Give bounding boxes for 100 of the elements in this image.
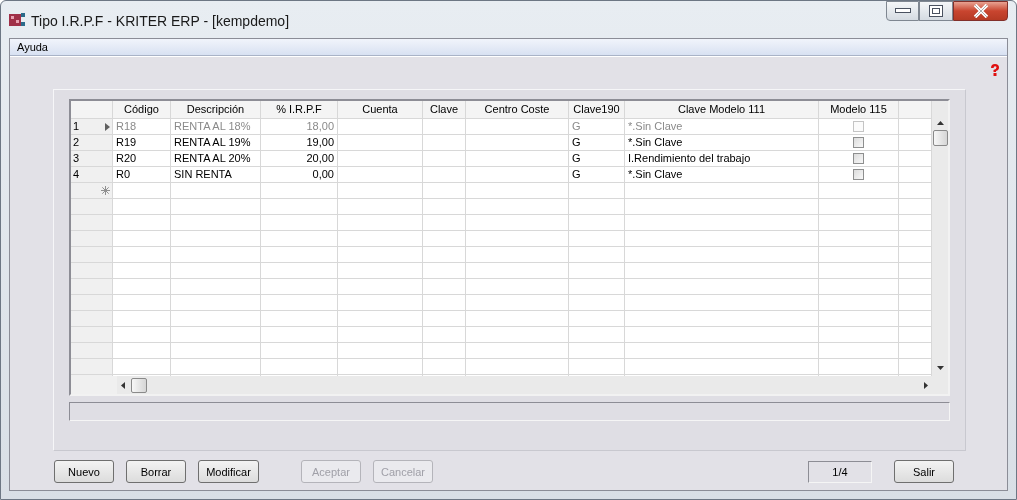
new-row-icon <box>101 186 110 195</box>
checkbox[interactable] <box>853 121 864 132</box>
column-header[interactable]: % I.R.P.F <box>261 101 338 119</box>
row-number: 3 <box>73 151 80 166</box>
column-header[interactable]: Cuenta <box>338 101 423 119</box>
column-header[interactable]: Clave Modelo 111 <box>625 101 819 119</box>
row-number: 4 <box>73 167 80 182</box>
row-header[interactable]: 4 <box>71 167 113 183</box>
row-header <box>71 199 113 215</box>
row-header <box>71 215 113 231</box>
table-cell: SIN RENTA <box>171 167 261 183</box>
row-header[interactable]: 3 <box>71 151 113 167</box>
table-cell <box>423 167 466 183</box>
table-cell <box>569 231 625 247</box>
table-cell: 19,00 <box>261 135 338 151</box>
table-cell <box>113 231 171 247</box>
table-cell <box>113 247 171 263</box>
table-cell <box>569 279 625 295</box>
menu-item[interactable]: Ayuda <box>17 41 48 53</box>
table-cell: G <box>569 119 625 135</box>
table-cell <box>569 199 625 215</box>
scroll-right-icon[interactable] <box>924 381 928 389</box>
table-cell <box>113 327 171 343</box>
column-header[interactable]: Clave190 <box>569 101 625 119</box>
column-header[interactable]: Código <box>113 101 171 119</box>
row-header[interactable]: 2 <box>71 135 113 151</box>
table-cell: 0,00 <box>261 167 338 183</box>
maximize-button[interactable] <box>919 1 953 21</box>
row-header[interactable] <box>71 183 113 199</box>
table-cell <box>423 135 466 151</box>
checkbox[interactable] <box>853 153 864 164</box>
scrollbar-thumb[interactable] <box>131 377 147 393</box>
action-button[interactable]: Borrar <box>126 460 186 483</box>
checkbox[interactable] <box>853 169 864 180</box>
table-cell: G <box>569 167 625 183</box>
row-header <box>71 327 113 343</box>
table-cell <box>113 359 171 375</box>
column-header[interactable]: Descripción <box>171 101 261 119</box>
table-cell: G <box>569 151 625 167</box>
row-header <box>71 311 113 327</box>
table-cell <box>569 359 625 375</box>
table-cell <box>423 231 466 247</box>
table-cell <box>113 279 171 295</box>
column-header[interactable]: Modelo 115 <box>819 101 899 119</box>
table-cell <box>423 215 466 231</box>
table-cell <box>423 359 466 375</box>
table-cell <box>113 215 171 231</box>
table-cell: R18 <box>113 119 171 135</box>
window-title: Tipo I.R.P.F - KRITER ERP - [kempdemo] <box>31 12 290 29</box>
row-header <box>71 263 113 279</box>
table-cell <box>569 215 625 231</box>
table-cell <box>113 295 171 311</box>
close-icon <box>972 4 989 18</box>
row-header <box>71 247 113 263</box>
table-cell: RENTA AL 20% <box>171 151 261 167</box>
table-cell <box>569 311 625 327</box>
table-cell <box>423 199 466 215</box>
column-header[interactable]: Clave <box>423 101 466 119</box>
row-pointer-icon <box>105 122 110 131</box>
table-cell <box>423 327 466 343</box>
table-cell <box>423 263 466 279</box>
row-header <box>71 295 113 311</box>
table-cell <box>113 199 171 215</box>
maximize-icon <box>929 5 943 17</box>
column-header[interactable]: Centro Coste <box>466 101 569 119</box>
table-cell <box>423 183 466 199</box>
table-cell: I.Rendimiento del trabajo <box>625 151 819 167</box>
table-cell: R0 <box>113 167 171 183</box>
close-button[interactable] <box>953 1 1008 21</box>
table-cell: R20 <box>113 151 171 167</box>
scroll-down-icon[interactable] <box>936 366 944 370</box>
minimize-button[interactable] <box>886 1 919 21</box>
row-number: 2 <box>73 135 80 150</box>
table-cell <box>113 263 171 279</box>
scroll-left-icon[interactable] <box>121 381 125 389</box>
minimize-icon <box>894 8 911 14</box>
table-cell <box>423 247 466 263</box>
table-cell <box>569 183 625 199</box>
table-cell <box>569 263 625 279</box>
scrollbar-thumb[interactable] <box>932 130 948 146</box>
help-icon[interactable] <box>989 64 1001 76</box>
table-cell <box>569 343 625 359</box>
action-button[interactable]: Nuevo <box>54 460 114 483</box>
record-counter: 1/4 <box>808 460 872 483</box>
row-header <box>71 231 113 247</box>
checkbox[interactable] <box>853 137 864 148</box>
table-cell <box>423 151 466 167</box>
table-cell: *.Sin Clave <box>625 119 819 135</box>
table-cell <box>569 295 625 311</box>
table-cell: RENTA AL 19% <box>171 135 261 151</box>
table-cell: G <box>569 135 625 151</box>
action-button[interactable]: Modificar <box>198 460 259 483</box>
row-number: 1 <box>73 119 80 134</box>
row-header <box>71 359 113 375</box>
row-header[interactable]: 1 <box>71 119 113 135</box>
exit-button[interactable]: Salir <box>894 460 954 483</box>
table-cell: R19 <box>113 135 171 151</box>
table-cell: 20,00 <box>261 151 338 167</box>
table-cell <box>423 119 466 135</box>
scroll-up-icon[interactable] <box>936 121 944 125</box>
